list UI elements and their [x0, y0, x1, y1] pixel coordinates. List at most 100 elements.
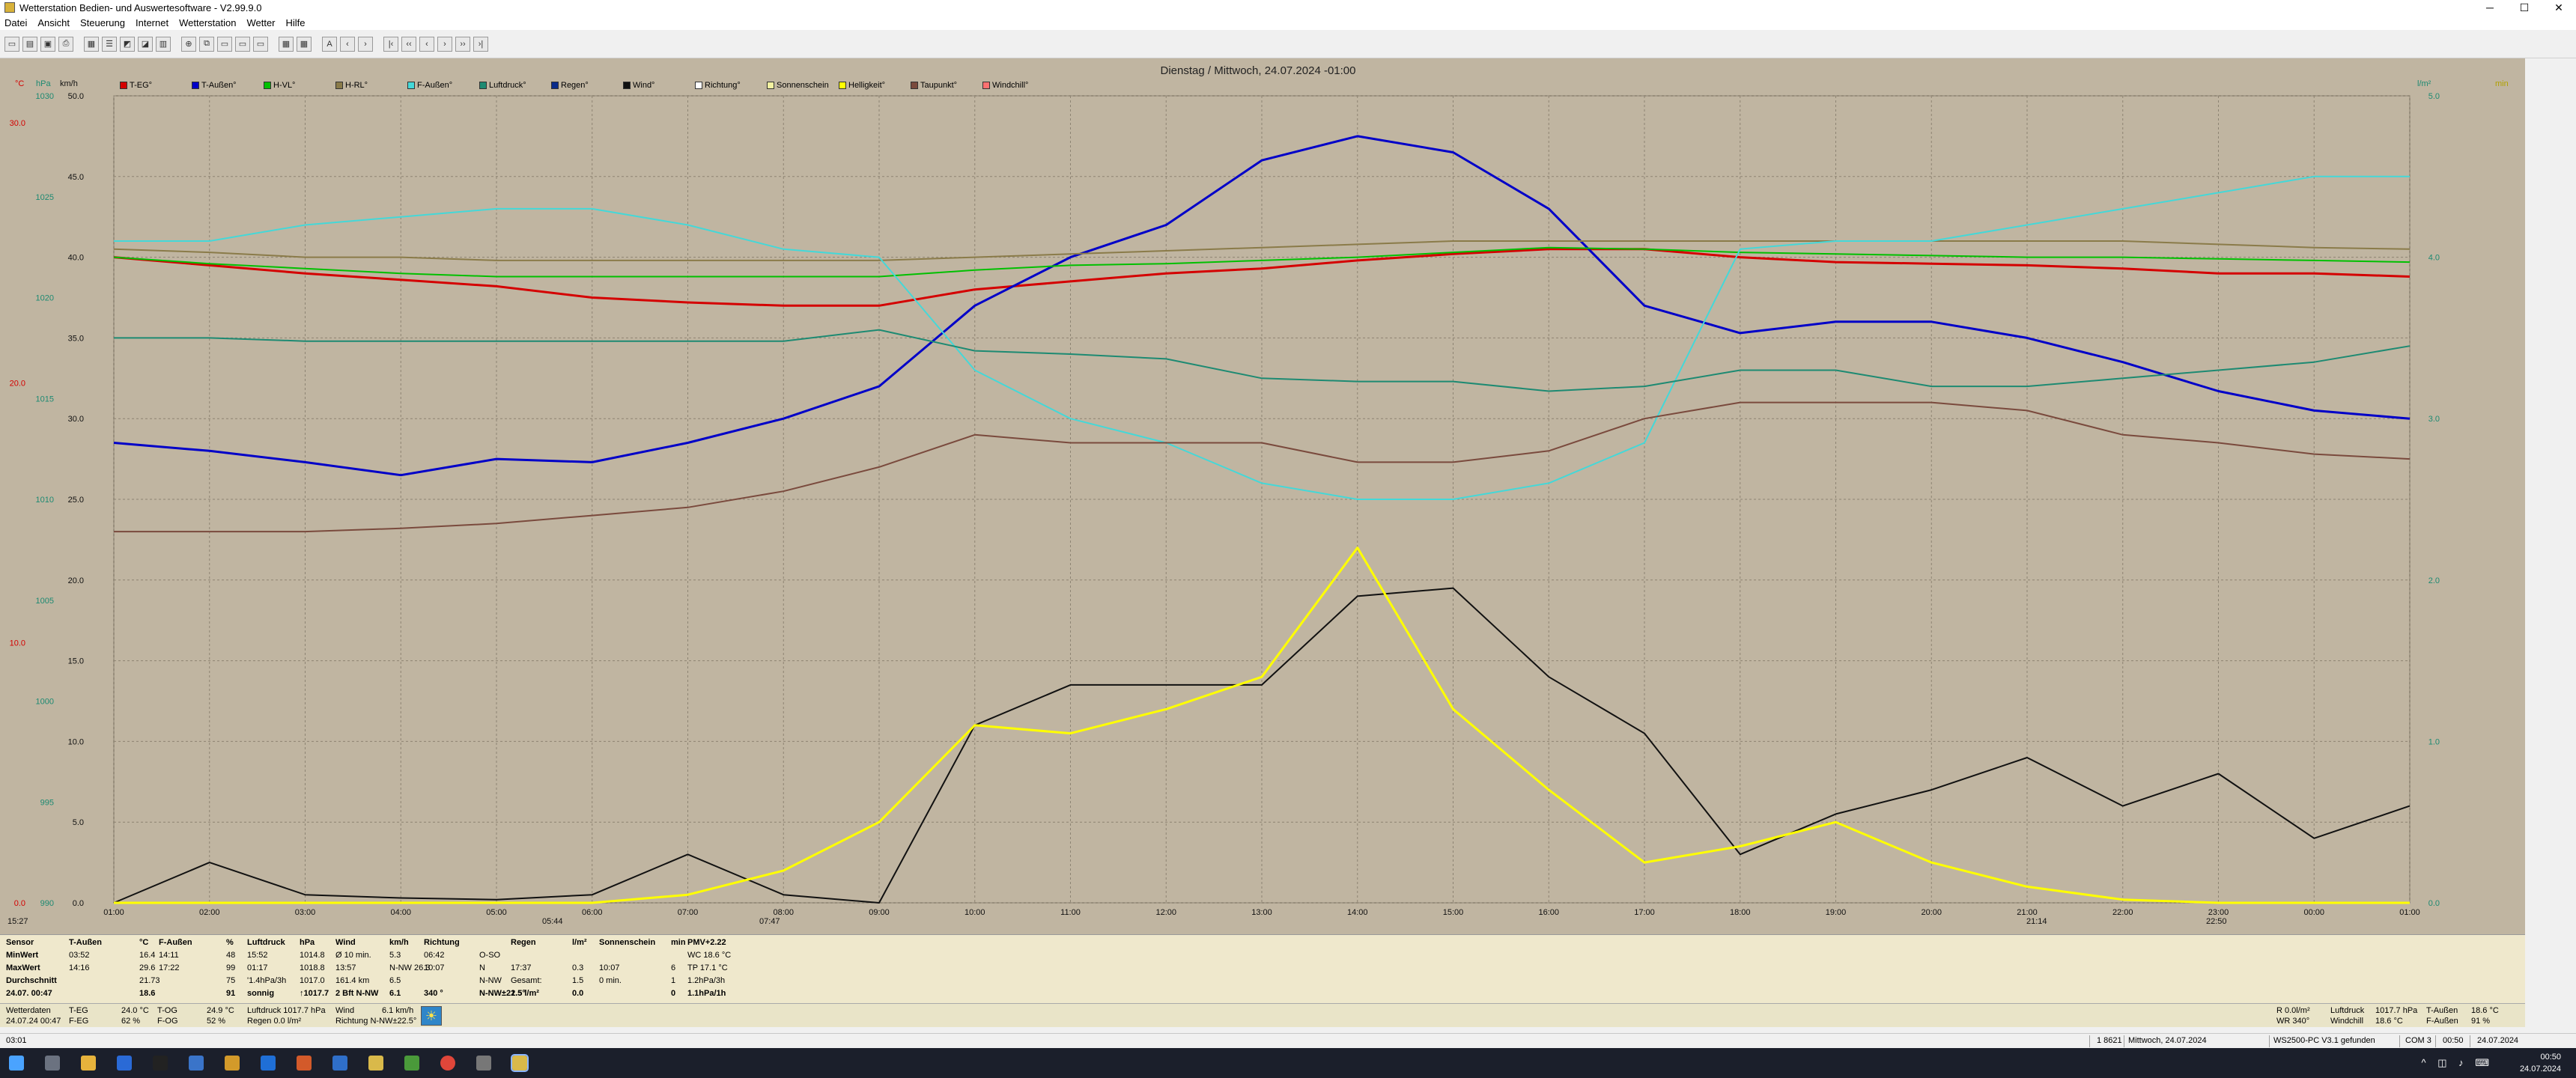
y-tick-label-lm2: 2.0 — [2428, 576, 2440, 585]
stats-cell: 161.4 km — [335, 976, 370, 985]
y-tick-label-lm2: 5.0 — [2428, 92, 2440, 101]
label-windchill-right: Windchill — [2330, 1017, 2364, 1026]
y-tick-label-hpa: 1010 — [36, 496, 54, 505]
stats-cell: 13:57 — [335, 963, 356, 972]
x-tick-label: 22:00 — [2112, 908, 2133, 917]
y-tick-label-hpa: 1020 — [36, 294, 54, 303]
label-datetime: 24.07.24 00:47 — [6, 1017, 61, 1026]
y-tick-label-celsius: 20.0 — [10, 379, 25, 388]
stats-cell: 6.5 — [389, 976, 401, 985]
app-weather-icon[interactable] — [225, 1056, 240, 1071]
tray-clock[interactable]: 00:50 24.07.2024 — [2520, 1051, 2561, 1075]
stats-cell: 1.5 — [572, 976, 584, 985]
y-tick-label-kmh: 45.0 — [68, 173, 84, 182]
label-t-eg: T-EG — [69, 1006, 88, 1015]
y-tick-label-kmh: 15.0 — [68, 657, 84, 666]
app-blue-icon[interactable] — [332, 1056, 347, 1071]
stats-cell: 21.73 — [139, 976, 160, 985]
y-tick-label-hpa: 1025 — [36, 193, 54, 202]
stats-cell: 6 — [671, 963, 676, 972]
status-bar: 03:01 1 8621 Mittwoch, 24.07.2024 WS2500… — [0, 1033, 2576, 1048]
y-tick-label-celsius: 0.0 — [14, 899, 25, 908]
value-richtung: Richtung N-NW±22.5° — [335, 1017, 417, 1026]
value-windchill-right: 18.6 °C — [2375, 1017, 2403, 1026]
task-view-icon[interactable] — [45, 1056, 60, 1071]
y-tick-label-lm2: 0.0 — [2428, 899, 2440, 908]
stats-cell: 0.0 — [572, 989, 584, 998]
stats-cell: 91 — [226, 989, 236, 998]
tray-icons[interactable]: ^ ◫ ♪ ⌨ — [2422, 1057, 2494, 1069]
outlook-icon[interactable] — [261, 1056, 276, 1071]
value-f-og: 52 % — [207, 1017, 226, 1026]
stats-cell: 15:52 — [247, 951, 268, 960]
status-date-long: Mittwoch, 24.07.2024 — [2128, 1036, 2207, 1045]
x-tick-label: 23:00 — [2208, 908, 2229, 917]
stats-cell: 1 — [671, 976, 676, 985]
y-tick-label-kmh: 20.0 — [68, 576, 84, 585]
windows-start-icon[interactable] — [9, 1056, 24, 1071]
app-red-icon[interactable] — [297, 1056, 312, 1071]
stats-cell: ↑1017.7 — [300, 989, 329, 998]
y-tick-label-lm2: 4.0 — [2428, 254, 2440, 263]
stats-cell: 18.6 — [139, 989, 156, 998]
stats-cell: 0 min. — [599, 976, 622, 985]
stats-cell: 5.3 — [389, 951, 401, 960]
value-wr-short: WR 340° — [2276, 1017, 2310, 1026]
mail-icon[interactable] — [117, 1056, 132, 1071]
stats-header: F-Außen — [159, 938, 192, 947]
tray-time: 00:50 — [2540, 1053, 2561, 1062]
stats-header: Wind — [335, 938, 356, 947]
stats-cell: Ø 10 min. — [335, 951, 371, 960]
stats-cell: TP 17.1 °C — [687, 963, 728, 972]
stats-cell: 0 — [671, 989, 676, 998]
y-tick-label-kmh: 35.0 — [68, 334, 84, 343]
app-cube-icon[interactable] — [189, 1056, 204, 1071]
stats-header: Regen — [511, 938, 536, 947]
y-tick-label-lm2: 1.0 — [2428, 737, 2440, 746]
status-port: COM 3 — [2405, 1036, 2431, 1045]
x-tick-label: 14:00 — [1347, 908, 1368, 917]
app-gray-icon[interactable] — [476, 1056, 491, 1071]
stats-header: Sonnenschein — [599, 938, 656, 947]
stats-cell: 16.4 — [139, 951, 156, 960]
label-f-eg: F-EG — [69, 1017, 89, 1026]
stats-cell: 2 Bft N-NW — [335, 989, 379, 998]
x-tick-label: 06:00 — [582, 908, 603, 917]
time-marker-label: 22:50 — [2206, 917, 2227, 926]
stats-cell: Gesamt: — [511, 976, 542, 985]
time-marker-label: 05:44 — [542, 917, 563, 926]
chrome-icon[interactable] — [440, 1056, 455, 1071]
terminal-icon[interactable] — [153, 1056, 168, 1071]
series-line — [114, 401, 2411, 533]
value-t-eg: 24.0 °C — [121, 1006, 149, 1015]
x-tick-label: 12:00 — [1155, 908, 1176, 917]
label-t-aussen-right: T-Außen — [2426, 1006, 2458, 1015]
file-explorer-icon[interactable] — [81, 1056, 96, 1071]
value-f-aussen-right: 91 % — [2471, 1017, 2491, 1026]
stats-cell: 1014.8 — [300, 951, 325, 960]
value-t-aussen-right: 18.6 °C — [2471, 1006, 2499, 1015]
y-tick-label-kmh: 40.0 — [68, 254, 84, 263]
y-tick-label-hpa: 1005 — [36, 597, 54, 606]
x-tick-label: 04:00 — [390, 908, 411, 917]
stats-panel: Sensor T-Außen °C F-Außen% Luftdruck hPa Wind k… — [0, 934, 2525, 1003]
time-marker-label: 15:27 — [7, 917, 28, 926]
x-tick-label: 15:00 — [1443, 908, 1464, 917]
y-tick-label-kmh: 0.0 — [73, 899, 84, 908]
value-wind: 6.1 km/h — [382, 1006, 414, 1015]
tray-date: 24.07.2024 — [2519, 1065, 2561, 1074]
stats-header: Luftdruck — [247, 938, 285, 947]
stats-cell: sonnig — [247, 989, 275, 998]
app-station-icon[interactable] — [368, 1056, 383, 1071]
y-tick-label-kmh: 50.0 — [68, 92, 84, 101]
value-luftdruck-right: 1017.7 hPa — [2375, 1006, 2418, 1015]
y-tick-label-hpa: 990 — [40, 899, 54, 908]
value-luftdruck: Luftdruck 1017.7 hPa — [247, 1006, 326, 1015]
stats-header: Richtung — [424, 938, 460, 947]
x-tick-label: 21:00 — [2017, 908, 2038, 917]
stats-cell: 06:42 — [424, 951, 445, 960]
stats-header: km/h — [389, 938, 409, 947]
y-tick-label-hpa: 995 — [40, 798, 54, 807]
wetterstation-task-icon[interactable] — [511, 1054, 529, 1072]
app-green-icon[interactable] — [404, 1056, 419, 1071]
